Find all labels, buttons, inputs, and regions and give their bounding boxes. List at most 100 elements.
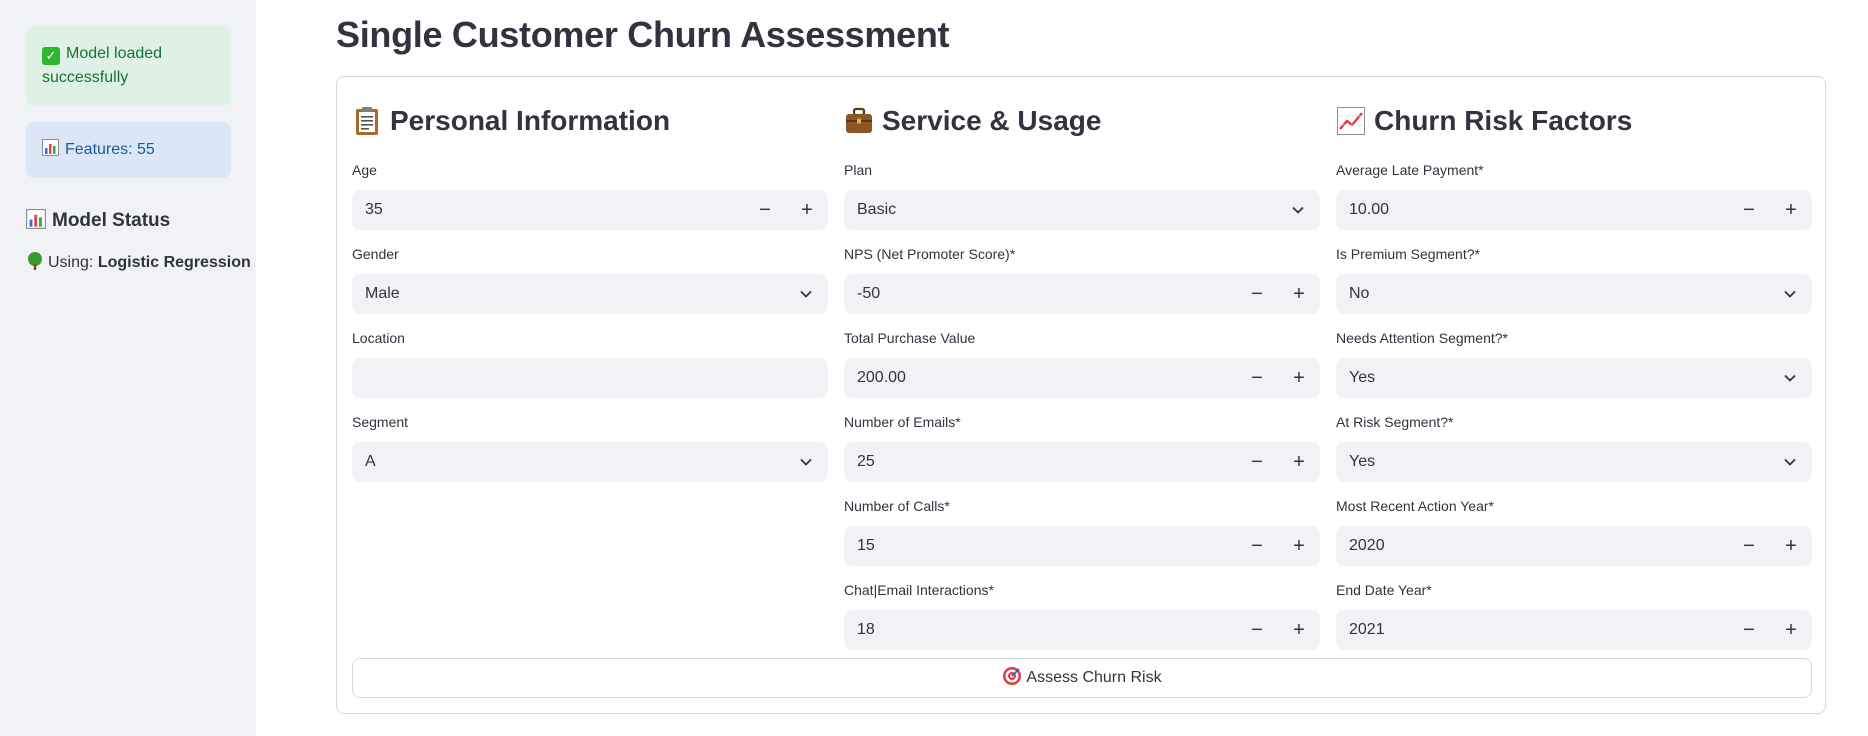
- end-year-field: End Date Year* 2021 − +: [1336, 580, 1812, 650]
- chart-increasing-icon: [1337, 107, 1365, 135]
- model-in-use: Using: Logistic Regression: [26, 252, 251, 272]
- briefcase-icon: [846, 107, 872, 133]
- increment-button[interactable]: +: [1278, 358, 1320, 398]
- emails-input[interactable]: 25 − +: [844, 442, 1320, 482]
- chevron-down-icon: [1784, 290, 1796, 298]
- at-risk-label: At Risk Segment?*: [1336, 414, 1454, 430]
- segment-field: Segment A: [352, 412, 828, 482]
- bar-chart-icon: [42, 139, 59, 156]
- target-icon: [1003, 667, 1022, 685]
- total-purchase-value: 200.00: [857, 369, 906, 386]
- age-value: 35: [365, 201, 383, 218]
- increment-button[interactable]: +: [1278, 274, 1320, 314]
- calls-stepper: − +: [1236, 526, 1320, 566]
- decrement-button[interactable]: −: [1236, 442, 1278, 482]
- premium-select[interactable]: No: [1336, 274, 1812, 314]
- age-label: Age: [352, 162, 377, 178]
- chat-input[interactable]: 18 − +: [844, 610, 1320, 650]
- personal-info-column: Personal Information Age 35 − + Gender M…: [352, 100, 828, 482]
- info-alert: Features: 55: [26, 122, 231, 178]
- attention-select[interactable]: Yes: [1336, 358, 1812, 398]
- increment-button[interactable]: +: [1278, 442, 1320, 482]
- location-input[interactable]: [352, 358, 828, 398]
- personal-info-title: Personal Information: [390, 105, 671, 136]
- end-year-input[interactable]: 2021 − +: [1336, 610, 1812, 650]
- tree-icon: [28, 252, 42, 270]
- decrement-button[interactable]: −: [1236, 274, 1278, 314]
- at-risk-field: At Risk Segment?* Yes: [1336, 412, 1812, 482]
- emails-field: Number of Emails* 25 − +: [844, 412, 1320, 482]
- decrement-button[interactable]: −: [1236, 610, 1278, 650]
- success-alert: ✓ Model loaded successfully: [26, 26, 231, 106]
- chevron-down-icon: [1292, 206, 1304, 214]
- plan-field: Plan Basic: [844, 160, 1320, 230]
- page-title: Single Customer Churn Assessment: [336, 14, 950, 55]
- increment-button[interactable]: +: [1770, 526, 1812, 566]
- chevron-down-icon: [800, 290, 812, 298]
- clipboard-icon: [356, 107, 378, 135]
- recent-year-label: Most Recent Action Year*: [1336, 498, 1494, 514]
- increment-button[interactable]: +: [1770, 610, 1812, 650]
- total-purchase-label: Total Purchase Value: [844, 330, 976, 346]
- decrement-button[interactable]: −: [1728, 610, 1770, 650]
- premium-label: Is Premium Segment?*: [1336, 246, 1480, 262]
- increment-button[interactable]: +: [1278, 610, 1320, 650]
- gender-select[interactable]: Male: [352, 274, 828, 314]
- at-risk-value: Yes: [1349, 453, 1376, 470]
- nps-field: NPS (Net Promoter Score)* -50 − +: [844, 244, 1320, 314]
- late-payment-label: Average Late Payment*: [1336, 162, 1484, 178]
- age-input[interactable]: 35 − +: [352, 190, 828, 230]
- model-status-heading: Model Status: [26, 209, 170, 232]
- decrement-button[interactable]: −: [1236, 526, 1278, 566]
- nps-label: NPS (Net Promoter Score)*: [844, 246, 1016, 262]
- decrement-button[interactable]: −: [744, 190, 786, 230]
- plan-select[interactable]: Basic: [844, 190, 1320, 230]
- plan-value: Basic: [857, 201, 897, 218]
- late-payment-stepper: − +: [1728, 190, 1812, 230]
- churn-risk-column: Churn Risk Factors Average Late Payment*…: [1336, 100, 1812, 650]
- calls-label: Number of Calls*: [844, 498, 950, 514]
- model-name: Logistic Regression: [97, 254, 251, 271]
- total-purchase-field: Total Purchase Value 200.00 − +: [844, 328, 1320, 398]
- decrement-button[interactable]: −: [1236, 358, 1278, 398]
- late-payment-value: 10.00: [1349, 201, 1390, 218]
- increment-button[interactable]: +: [786, 190, 828, 230]
- emails-label: Number of Emails*: [844, 414, 961, 430]
- decrement-button[interactable]: −: [1728, 526, 1770, 566]
- location-label: Location: [352, 330, 405, 346]
- location-field: Location: [352, 328, 828, 398]
- increment-button[interactable]: +: [1770, 190, 1812, 230]
- assess-churn-risk-button[interactable]: Assess Churn Risk: [352, 658, 1812, 698]
- service-usage-title: Service & Usage: [882, 105, 1102, 136]
- attention-label: Needs Attention Segment?*: [1336, 330, 1509, 346]
- at-risk-select[interactable]: Yes: [1336, 442, 1812, 482]
- success-message: Model loaded successfully: [42, 45, 163, 86]
- churn-risk-title: Churn Risk Factors: [1374, 105, 1633, 136]
- end-year-value: 2021: [1349, 621, 1385, 638]
- personal-info-heading: Personal Information: [352, 100, 828, 142]
- chevron-down-icon: [1784, 458, 1796, 466]
- nps-stepper: − +: [1236, 274, 1320, 314]
- service-usage-heading: Service & Usage: [844, 100, 1320, 142]
- recent-year-input[interactable]: 2020 − +: [1336, 526, 1812, 566]
- chat-stepper: − +: [1236, 610, 1320, 650]
- late-payment-field: Average Late Payment* 10.00 − +: [1336, 160, 1812, 230]
- calls-field: Number of Calls* 15 − +: [844, 496, 1320, 566]
- chat-field: Chat|Email Interactions* 18 − +: [844, 580, 1320, 650]
- check-mark-icon: ✓: [42, 47, 60, 65]
- end-year-stepper: − +: [1728, 610, 1812, 650]
- increment-button[interactable]: +: [1278, 526, 1320, 566]
- chat-label: Chat|Email Interactions*: [844, 582, 994, 598]
- segment-select[interactable]: A: [352, 442, 828, 482]
- chevron-down-icon: [800, 458, 812, 466]
- total-purchase-input[interactable]: 200.00 − +: [844, 358, 1320, 398]
- calls-input[interactable]: 15 − +: [844, 526, 1320, 566]
- decrement-button[interactable]: −: [1728, 190, 1770, 230]
- chat-value: 18: [857, 621, 875, 638]
- bar-chart-icon: [26, 209, 46, 229]
- recent-year-stepper: − +: [1728, 526, 1812, 566]
- late-payment-input[interactable]: 10.00 − +: [1336, 190, 1812, 230]
- nps-input[interactable]: -50 − +: [844, 274, 1320, 314]
- emails-value: 25: [857, 453, 875, 470]
- gender-value: Male: [365, 285, 400, 302]
